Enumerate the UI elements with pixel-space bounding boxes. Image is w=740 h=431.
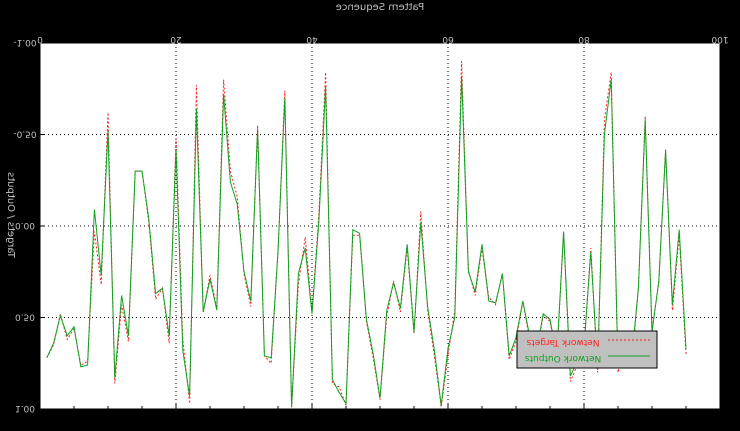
x-tick-label: 100 (711, 34, 728, 44)
x-tick-label: 60 (442, 34, 454, 44)
y-tick-label: -0.50 (13, 129, 37, 139)
y-tick-label: 0.50 (15, 312, 35, 322)
y-tick-label: 0.00 (15, 220, 35, 230)
chart-container: 0 20 40 60 80 100 -1.00 -0.50 0.00 0.50 1.00 Patte… (0, 0, 740, 431)
x-tick-label: 40 (306, 34, 318, 44)
line-chart: 0 20 40 60 80 100 -1.00 -0.50 0.00 0.50 1.00 Patte… (5, 2, 729, 413)
chart-title: Pattern Sequence (336, 2, 424, 13)
y-tick-label: 1.00 (15, 403, 35, 413)
legend-label-network-outputs: Network Outputs (524, 353, 601, 363)
x-tick-label: 80 (578, 34, 590, 44)
legend-label-network-targets: Network Targets (526, 337, 599, 347)
x-tick-label: 0 (37, 34, 43, 44)
legend: Network Targets Network Outputs (516, 330, 658, 369)
y-axis-label: Targets / Outputs (5, 172, 16, 259)
y-tick-label: -1.00 (13, 37, 37, 47)
x-tick-label: 20 (170, 34, 182, 44)
